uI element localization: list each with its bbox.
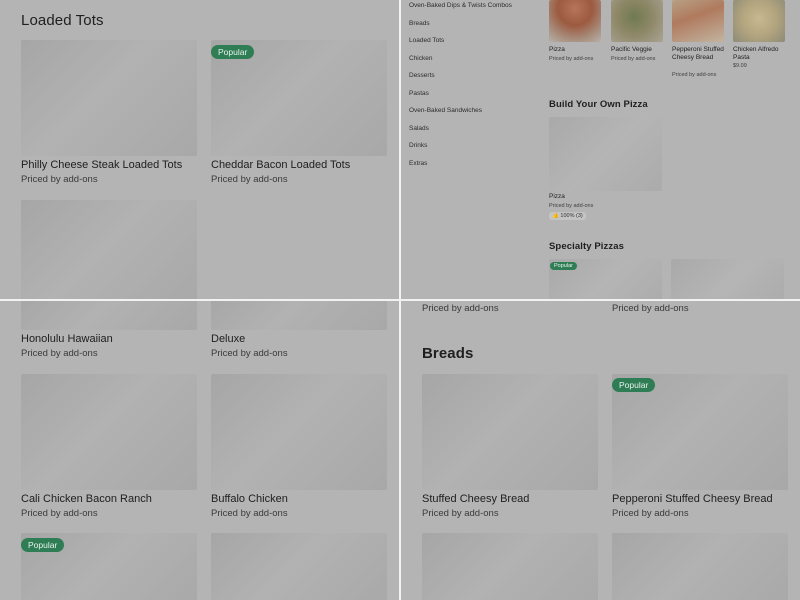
featured-item-title[interactable]: Pacific Veggie [611,46,667,54]
popular-badge: Popular [211,45,255,59]
item-image-placeholder[interactable] [21,200,197,299]
featured-item-title[interactable]: Pizza [549,46,605,54]
item-image-placeholder[interactable] [211,301,387,330]
item-price: Priced by add-ons [422,508,499,519]
item-price: Priced by add-ons [21,174,98,185]
item-price: Priced by add-ons [422,303,499,314]
category-nav-item[interactable]: Salads [409,120,512,138]
popular-badge: Popular [612,378,656,392]
category-nav-item[interactable]: Drinks [409,137,512,155]
split-divider-horizontal [0,299,800,301]
pacific-veggie-image[interactable] [611,0,663,42]
build-item-title[interactable]: Pizza [549,193,565,201]
panel-top-left: Loaded Tots Philly Cheese Steak Loaded T… [0,0,399,299]
category-nav-item[interactable]: Oven-Baked Dips & Twists Combos [409,0,512,15]
featured-item-price: Priced by add-ons [611,56,656,62]
category-nav-item[interactable]: Extras [409,155,512,173]
item-title[interactable]: Pepperoni Stuffed Cheesy Bread [612,493,773,505]
item-image-placeholder[interactable] [549,117,662,191]
featured-item-price: Priced by add-ons [549,56,594,62]
featured-item-title[interactable]: Chicken Alfredo Pasta [733,46,789,62]
panel-bottom-right: Priced by add-ons Priced by add-ons Brea… [401,301,800,600]
item-image-placeholder[interactable] [612,533,788,600]
item-image-placeholder[interactable] [422,374,598,490]
featured-item-price: $9.09 [733,63,747,69]
popular-badge: Popular [21,538,65,552]
item-price: Priced by add-ons [21,348,98,359]
item-title[interactable]: Buffalo Chicken [211,493,288,505]
item-image-placeholder[interactable] [211,533,387,600]
item-price: Priced by add-ons [21,508,98,519]
item-title[interactable]: Stuffed Cheesy Bread [422,493,529,505]
category-nav-item[interactable]: Pastas [409,85,512,103]
panel-top-right: Oven-Baked Dips & Twists Combos Breads L… [401,0,800,299]
category-nav-item[interactable]: Loaded Tots [409,32,512,50]
pepperoni-bread-image[interactable] [672,0,724,42]
section-title-loaded-tots: Loaded Tots [21,12,104,29]
thumbs-up-icon: 👍 [552,213,559,219]
item-image-placeholder[interactable] [21,40,197,156]
panel-bottom-left: Honolulu Hawaiian Priced by add-ons Delu… [0,301,399,600]
section-title-build-your-own: Build Your Own Pizza [549,99,648,110]
item-title[interactable]: Philly Cheese Steak Loaded Tots [21,159,182,171]
item-image-placeholder[interactable] [671,259,784,299]
pizza-image[interactable] [549,0,601,42]
item-title[interactable]: Cali Chicken Bacon Ranch [21,493,152,505]
section-title-specialty-pizzas: Specialty Pizzas [549,241,624,252]
category-nav: Oven-Baked Dips & Twists Combos Breads L… [409,0,512,172]
item-price: Priced by add-ons [211,508,288,519]
build-item-price: Priced by add-ons [549,203,594,209]
item-price: Priced by add-ons [612,303,689,314]
category-nav-item[interactable]: Breads [409,15,512,33]
featured-item-price: Priced by add-ons [672,72,717,78]
popular-badge: Popular [550,262,577,270]
item-title[interactable]: Cheddar Bacon Loaded Tots [211,159,350,171]
featured-item-title[interactable]: Pepperoni Stuffed Cheesy Bread [672,46,726,62]
rating-badge: 👍 100% (3) [549,212,586,220]
rating-value: 100% (3) [560,213,583,219]
item-image-placeholder[interactable] [211,374,387,490]
item-price: Priced by add-ons [211,348,288,359]
item-image-placeholder[interactable] [21,374,197,490]
alfredo-pasta-image[interactable] [733,0,785,42]
item-title[interactable]: Deluxe [211,333,245,345]
category-nav-item[interactable]: Oven-Baked Sandwiches [409,102,512,120]
item-price: Priced by add-ons [612,508,689,519]
section-title-breads: Breads [422,345,474,362]
item-image-placeholder[interactable] [21,301,197,330]
item-price: Priced by add-ons [211,174,288,185]
category-nav-item[interactable]: Chicken [409,50,512,68]
item-image-placeholder[interactable] [422,533,598,600]
item-title[interactable]: Honolulu Hawaiian [21,333,113,345]
category-nav-item[interactable]: Desserts [409,67,512,85]
